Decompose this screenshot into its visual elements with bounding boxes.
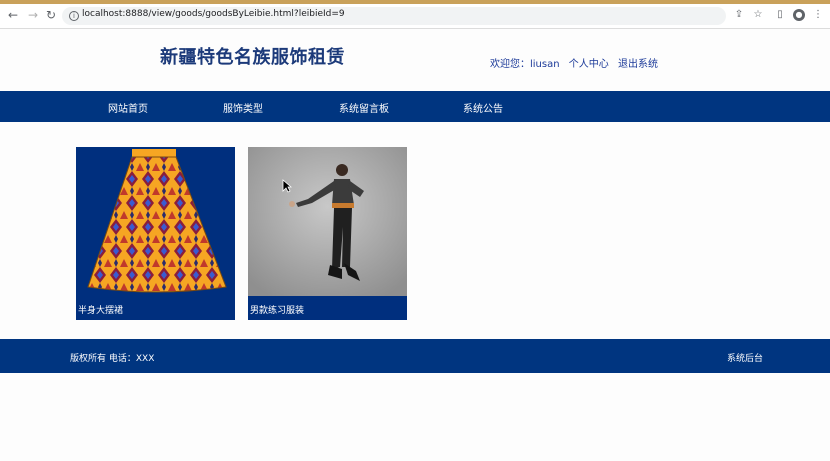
product-image-skirt[interactable] — [76, 147, 235, 296]
bookmark-star-icon[interactable]: ☆ — [752, 9, 764, 21]
nav-item-announcements[interactable]: 系统公告 — [463, 100, 503, 115]
forward-icon[interactable]: → — [26, 8, 40, 22]
user-links: 欢迎您：liusan 个人中心 退出系统 — [490, 55, 664, 70]
main-nav: 网站首页 服饰类型 系统留言板 系统公告 — [0, 91, 830, 122]
logout-link[interactable]: 退出系统 — [618, 59, 658, 70]
share-icon[interactable]: ⇪ — [733, 9, 745, 21]
address-url[interactable]: localhost:8888/view/goods/goodsByLeibie.… — [82, 9, 345, 19]
nav-item-message-board[interactable]: 系统留言板 — [339, 100, 389, 115]
product-name[interactable]: 半身大摆裙 — [78, 303, 123, 316]
profile-link[interactable]: 个人中心 — [569, 59, 609, 70]
side-panel-icon[interactable]: ▯ — [774, 9, 786, 21]
menu-kebab-icon[interactable]: ⋮ — [812, 9, 824, 21]
admin-link[interactable]: 系统后台 — [727, 351, 763, 364]
browser-toolbar: ← → ↻ i localhost:8888/view/goods/goodsB… — [0, 4, 830, 29]
reload-icon[interactable]: ↻ — [44, 8, 58, 22]
mouse-cursor-icon — [282, 179, 292, 193]
site-footer: 版权所有 电话：XXX 系统后台 — [0, 339, 830, 373]
product-image-mens-costume[interactable] — [248, 147, 407, 296]
back-icon[interactable]: ← — [6, 8, 20, 22]
nav-item-clothing-types[interactable]: 服饰类型 — [223, 100, 263, 115]
welcome-text: 欢迎您：liusan — [490, 59, 560, 70]
product-card[interactable]: 半身大摆裙 — [76, 147, 235, 320]
address-bar[interactable]: i localhost:8888/view/goods/goodsByLeibi… — [62, 7, 726, 25]
product-name[interactable]: 男款练习服装 — [250, 303, 304, 316]
nav-item-home[interactable]: 网站首页 — [108, 100, 148, 115]
product-card[interactable]: 男款练习服装 — [248, 147, 407, 320]
site-info-icon[interactable]: i — [69, 11, 79, 21]
profile-avatar-icon[interactable]: ● — [793, 9, 805, 21]
site-title: 新疆特色名族服饰租赁 — [160, 47, 345, 68]
footer-copyright: 版权所有 电话：XXX — [70, 354, 155, 364]
